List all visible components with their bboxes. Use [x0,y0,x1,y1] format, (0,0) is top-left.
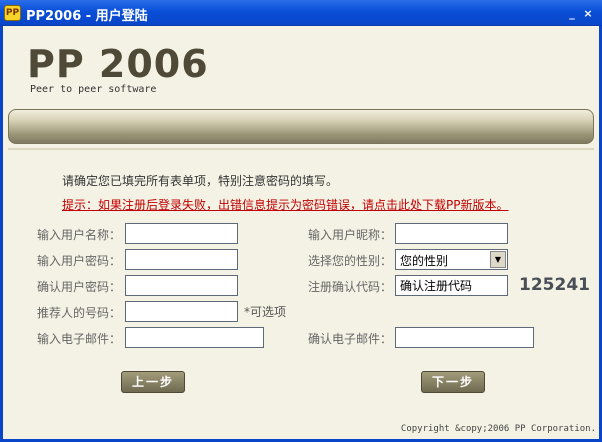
code-label: 注册确认代码： [308,280,393,294]
gender-label: 选择您的性别： [308,254,393,268]
referrer-input[interactable] [125,301,238,322]
close-button[interactable]: × [582,8,594,20]
confirm-password-input[interactable] [125,275,238,296]
window-title: PP2006 - 用户登陆 [26,9,148,24]
email-label: 输入电子邮件： [37,332,122,346]
code-input[interactable]: 确认注册代码 [395,275,508,296]
verification-code: 125241 [519,275,590,295]
nickname-input[interactable] [395,223,508,244]
title-bar: PP PP2006 - 用户登陆 _ × [0,0,602,26]
password-label: 输入用户密码： [37,254,122,268]
confirm-password-label: 确认用户密码： [37,280,122,294]
gender-select[interactable]: 您的性别 ▼ [395,249,508,270]
instruction-text: 请确定您已填完所有表单项，特别注意密码的填写。 [62,174,339,188]
password-input[interactable] [125,249,238,270]
decorative-banner [8,109,594,144]
dropdown-arrow-icon[interactable]: ▼ [490,251,506,268]
download-hint-link[interactable]: 提示：如果注册后登录失败，出错信息提示为密码错误，请点击此处下载PP新版本。 [62,196,508,213]
confirm-email-input[interactable] [395,327,534,348]
gender-select-value: 您的性别 [400,254,449,268]
app-logo: PP 2006 [27,42,209,86]
divider [8,148,594,150]
copyright-text: Copyright &copy;2006 PP Corporation. [400,424,596,434]
header: PP 2006 Peer to peer software [3,26,599,108]
minimize-button[interactable]: _ [566,8,578,20]
username-label: 输入用户名称： [37,228,122,242]
app-tagline: Peer to peer software [30,84,157,95]
username-input[interactable] [125,223,238,244]
referrer-label: 推荐人的号码： [37,306,122,320]
nickname-label: 输入用户昵称： [308,228,393,242]
next-step-button[interactable]: 下一步 [421,371,485,393]
email-input[interactable] [125,327,264,348]
prev-step-button[interactable]: 上一步 [121,371,185,393]
confirm-email-label: 确认电子邮件： [308,332,393,346]
optional-note: *可选项 [244,305,287,319]
app-icon: PP [4,5,21,21]
